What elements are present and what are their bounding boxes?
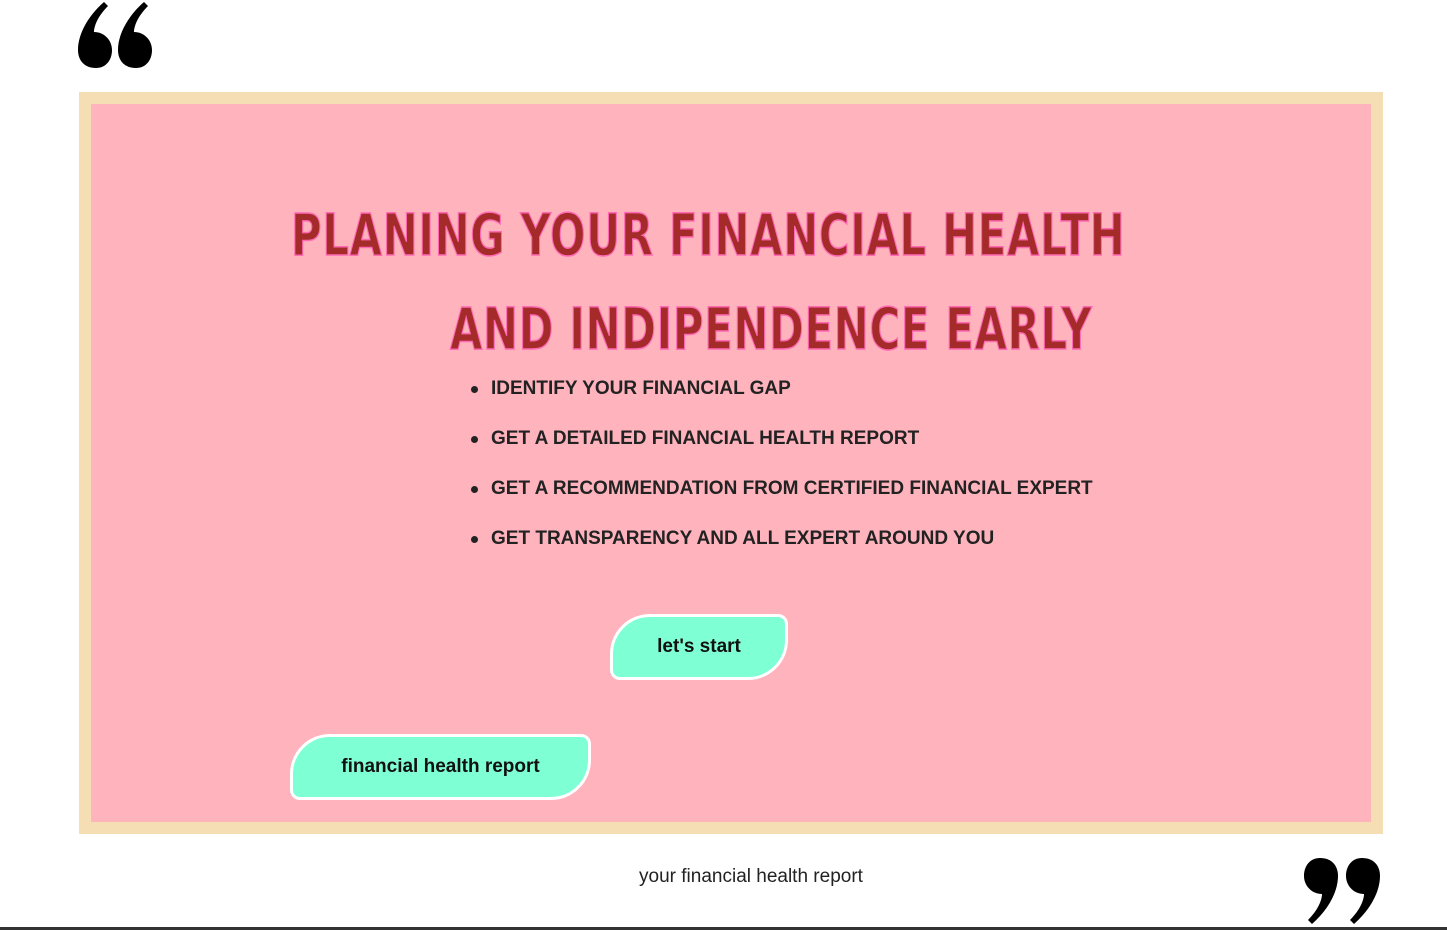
- feature-item: GET TRANSPARENCY AND ALL EXPERT AROUND Y…: [469, 525, 1093, 575]
- feature-text: GET A RECOMMENDATION FROM CERTIFIED FINA…: [491, 478, 1093, 499]
- bullet-icon: [471, 436, 478, 443]
- quote-open-icon: [78, 2, 152, 68]
- feature-text: GET A DETAILED FINANCIAL HEALTH REPORT: [491, 428, 920, 449]
- feature-list: IDENTIFY YOUR FINANCIAL GAP GET A DETAIL…: [469, 375, 1093, 575]
- feature-item: GET A RECOMMENDATION FROM CERTIFIED FINA…: [469, 475, 1093, 525]
- headline-line-2: AND INDIPENDENCE EARLY: [449, 294, 1093, 364]
- feature-item: IDENTIFY YOUR FINANCIAL GAP: [469, 375, 1093, 425]
- feature-item: GET A DETAILED FINANCIAL HEALTH REPORT: [469, 425, 1093, 475]
- bullet-icon: [471, 536, 478, 543]
- hero-frame: PLANING YOUR FINANCIAL HEALTH AND INDIPE…: [79, 92, 1383, 834]
- quote-close-icon: [1304, 858, 1380, 924]
- footer-caption: your financial health report: [639, 866, 863, 887]
- feature-text: GET TRANSPARENCY AND ALL EXPERT AROUND Y…: [491, 528, 995, 549]
- bullet-icon: [471, 386, 478, 393]
- bullet-icon: [471, 486, 478, 493]
- lets-start-button[interactable]: let's start: [610, 614, 788, 680]
- headline-line-1: PLANING YOUR FINANCIAL HEALTH: [290, 200, 1126, 270]
- page: PLANING YOUR FINANCIAL HEALTH AND INDIPE…: [0, 0, 1447, 930]
- feature-text: IDENTIFY YOUR FINANCIAL GAP: [491, 378, 791, 399]
- hero-card: PLANING YOUR FINANCIAL HEALTH AND INDIPE…: [91, 104, 1371, 822]
- financial-health-report-button[interactable]: financial health report: [290, 734, 591, 800]
